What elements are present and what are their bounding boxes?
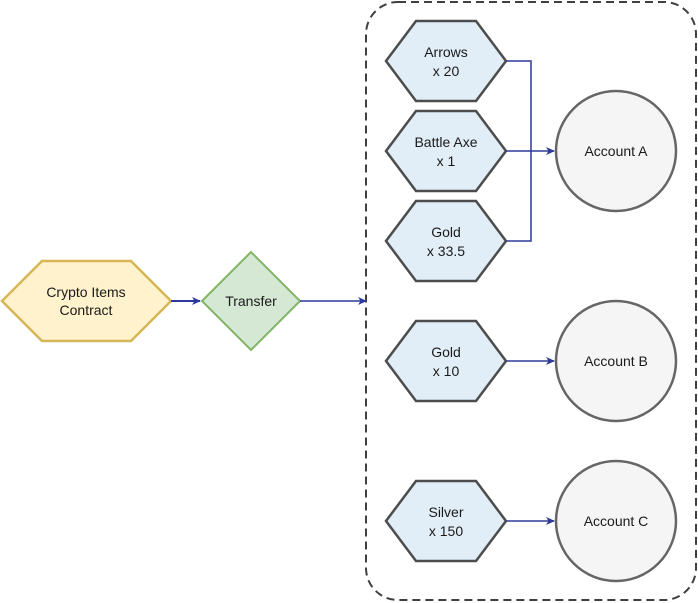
contract-label-line2: Contract bbox=[60, 302, 113, 318]
edges-to-account-a bbox=[506, 60, 555, 242]
item-quantity: x 1 bbox=[437, 153, 456, 169]
item-quantity: x 150 bbox=[429, 523, 463, 539]
item-node[interactable]: Silver x 150 bbox=[384, 479, 508, 563]
item-quantity: x 33.5 bbox=[427, 243, 465, 259]
item-node[interactable]: Gold x 10 bbox=[384, 319, 508, 403]
item-node[interactable]: Battle Axe x 1 bbox=[384, 109, 508, 193]
item-name: Battle Axe bbox=[414, 134, 477, 150]
item-quantity: x 10 bbox=[433, 363, 460, 379]
item-node[interactable]: Arrows x 20 bbox=[384, 19, 508, 103]
transfer-diagram: Crypto Items Contract Transfer Arrows x 2… bbox=[0, 1, 697, 601]
transfer-label: Transfer bbox=[225, 293, 277, 309]
item-name: Gold bbox=[431, 224, 461, 240]
account-a-label: Account A bbox=[584, 143, 648, 159]
account-a-node[interactable]: Account A bbox=[554, 89, 678, 213]
item-quantity: x 20 bbox=[433, 63, 460, 79]
item-name: Arrows bbox=[424, 44, 468, 60]
account-b-node[interactable]: Account B bbox=[554, 299, 678, 423]
account-c-node[interactable]: Account C bbox=[554, 459, 678, 583]
item-node[interactable]: Gold x 33.5 bbox=[384, 199, 508, 283]
transfer-node[interactable]: Transfer bbox=[200, 250, 302, 352]
contract-label-line1: Crypto Items bbox=[46, 284, 125, 300]
account-c-label: Account C bbox=[584, 513, 649, 529]
account-b-label: Account B bbox=[584, 353, 648, 369]
item-name: Gold bbox=[431, 344, 461, 360]
crypto-items-contract-node[interactable]: Crypto Items Contract bbox=[0, 259, 173, 343]
item-name: Silver bbox=[428, 504, 463, 520]
